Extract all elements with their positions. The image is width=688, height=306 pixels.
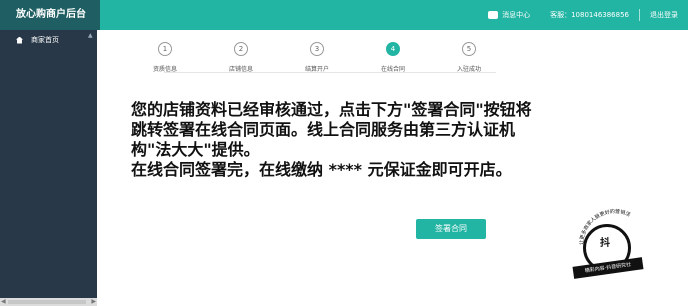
message-center[interactable]: 消息中心 [478, 0, 540, 30]
step-label: 结算开户 [304, 66, 329, 73]
step-2: 2 店铺信息 [216, 42, 266, 73]
watermark-ring-text: 让更多商家人脉更好的营销活 [578, 208, 632, 245]
step-label: 店铺信息 [228, 66, 253, 73]
phone-label: 客服： [550, 11, 572, 19]
top-bar: 放心购商户后台 消息中心 客服： 1080146386856 退出登录 [0, 0, 688, 30]
message-icon [488, 11, 499, 19]
step-label: 入驻成功 [456, 66, 481, 73]
scroll-thumb[interactable] [8, 300, 86, 304]
step-circle: 4 [386, 42, 400, 56]
logout-label: 退出登录 [650, 11, 678, 19]
step-circle: 2 [234, 42, 248, 56]
message-line-4: 在线合同签署完，在线缴纳 **** 元保证金即可开店。 [131, 160, 512, 179]
svg-text:让更多商家人脉更好的营销活: 让更多商家人脉更好的营销活 [578, 208, 632, 245]
phone-value: 1080146386856 [571, 11, 629, 19]
message-line-2: 跳转签署在线合同页面。线上合同服务由第三方认证机 [131, 120, 516, 139]
progress-steps: 1 资质信息 2 店铺信息 3 结算开户 4 在线合同 5 入驻成功 [140, 42, 520, 82]
horizontal-scrollbar[interactable]: ◀ ▶ [0, 298, 97, 306]
logout-button[interactable]: 退出登录 [640, 0, 688, 30]
step-circle: 5 [462, 42, 476, 56]
step-5: 5 入驻成功 [444, 42, 494, 73]
sign-contract-button[interactable]: 签署合同 [416, 219, 486, 239]
step-circle: 3 [310, 42, 324, 56]
sidebar: 商家首页 ▲ ▼ ◀ ▶ [0, 30, 97, 306]
message-line-1: 您的店铺资料已经审核通过，点击下方"签署合同"按钮将 [131, 100, 532, 119]
customer-service: 客服： 1080146386856 [540, 0, 639, 30]
sidebar-item-label: 商家首页 [31, 36, 59, 44]
step-label: 资质信息 [152, 66, 177, 73]
approval-message: 您的店铺资料已经审核通过，点击下方"签署合同"按钮将 跳转签署在线合同页面。线上… [131, 100, 601, 180]
watermark-ring-label: 让更多商家人脉更好的营销活 [578, 208, 632, 245]
home-icon [16, 36, 23, 44]
watermark-logo: 抖 精彩内容·抖音研究社 让更多商家人脉更好的营销活 [563, 200, 666, 284]
step-circle: 1 [158, 42, 172, 56]
step-label: 在线合同 [380, 66, 405, 73]
top-right-actions: 消息中心 客服： 1080146386856 退出登录 [478, 0, 688, 30]
message-center-label: 消息中心 [502, 11, 531, 19]
step-1: 1 资质信息 [140, 42, 190, 73]
sidebar-item-home[interactable]: 商家首页 [0, 30, 97, 50]
brand-title: 放心购商户后台 [0, 0, 100, 30]
scroll-left-icon[interactable]: ◀ [1, 298, 6, 306]
scroll-up-icon[interactable]: ▲ [88, 32, 94, 39]
message-line-3: 构"法大大"提供。 [131, 140, 260, 159]
step-3: 3 结算开户 [292, 42, 342, 73]
scroll-right-icon[interactable]: ▶ [91, 298, 96, 306]
step-4: 4 在线合同 [368, 42, 418, 73]
